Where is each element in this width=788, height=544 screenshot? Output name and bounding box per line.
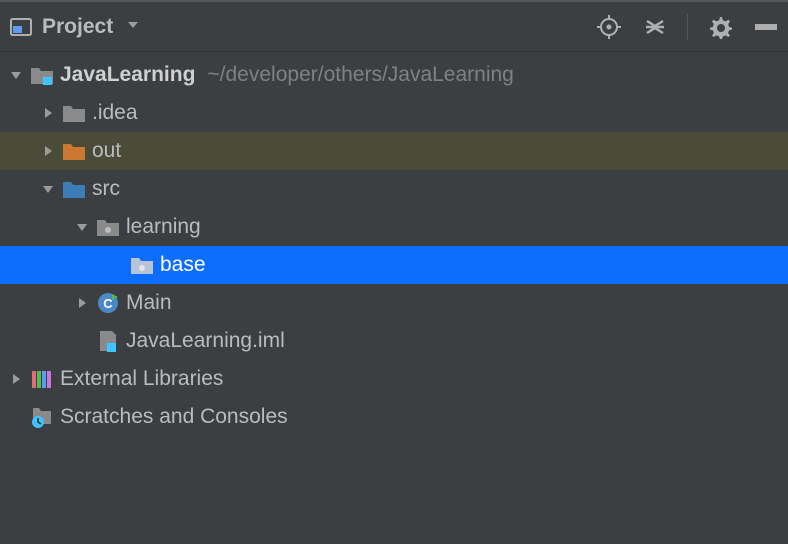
chevron-right-icon[interactable]: [4, 372, 28, 386]
tree-node-main[interactable]: C Main: [0, 284, 788, 322]
chevron-down-icon[interactable]: [70, 220, 94, 234]
collapse-all-icon[interactable]: [641, 13, 669, 41]
node-label: Scratches and Consoles: [60, 405, 288, 429]
node-label: JavaLearning.iml: [126, 329, 285, 353]
java-class-runnable-icon: C: [94, 292, 122, 314]
node-label: learning: [126, 215, 201, 239]
node-label: JavaLearning: [60, 63, 195, 87]
node-label: src: [92, 177, 120, 201]
node-label: External Libraries: [60, 367, 223, 391]
gear-icon[interactable]: [706, 13, 734, 41]
module-folder-icon: [28, 65, 56, 85]
chevron-right-icon[interactable]: [36, 144, 60, 158]
folder-icon: [60, 103, 88, 123]
svg-text:C: C: [103, 296, 113, 311]
chevron-right-icon[interactable]: [70, 296, 94, 310]
node-label: out: [92, 139, 121, 163]
chevron-down-icon[interactable]: [125, 15, 141, 39]
toolbar-divider: [687, 14, 688, 40]
node-label: Main: [126, 291, 172, 315]
package-icon: [128, 255, 156, 275]
tree-node-idea[interactable]: .idea: [0, 94, 788, 132]
chevron-down-icon[interactable]: [36, 182, 60, 196]
locate-target-icon[interactable]: [595, 13, 623, 41]
node-path-hint: ~/developer/others/JavaLearning: [207, 63, 513, 87]
tree-node-external-libraries[interactable]: External Libraries: [0, 360, 788, 398]
module-file-icon: [94, 330, 122, 352]
folder-excluded-icon: [60, 141, 88, 161]
project-tree: JavaLearning ~/developer/others/JavaLear…: [0, 52, 788, 436]
chevron-down-icon[interactable]: [4, 68, 28, 82]
package-icon: [94, 217, 122, 237]
tree-node-project-root[interactable]: JavaLearning ~/developer/others/JavaLear…: [0, 56, 788, 94]
node-label: .idea: [92, 101, 138, 125]
node-label: base: [160, 253, 206, 277]
tree-node-src[interactable]: src: [0, 170, 788, 208]
tree-node-scratches[interactable]: Scratches and Consoles: [0, 398, 788, 436]
libraries-icon: [28, 368, 56, 390]
tree-node-learning[interactable]: learning: [0, 208, 788, 246]
source-folder-icon: [60, 179, 88, 199]
tree-node-base[interactable]: base: [0, 246, 788, 284]
project-toolbar: Project: [0, 2, 788, 52]
tree-node-iml[interactable]: JavaLearning.iml: [0, 322, 788, 360]
project-view-icon: [8, 14, 34, 40]
scratches-icon: [28, 406, 56, 428]
minimize-icon[interactable]: [752, 13, 780, 41]
project-dropdown-label[interactable]: Project: [42, 15, 113, 39]
chevron-right-icon[interactable]: [36, 106, 60, 120]
tree-node-out[interactable]: out: [0, 132, 788, 170]
